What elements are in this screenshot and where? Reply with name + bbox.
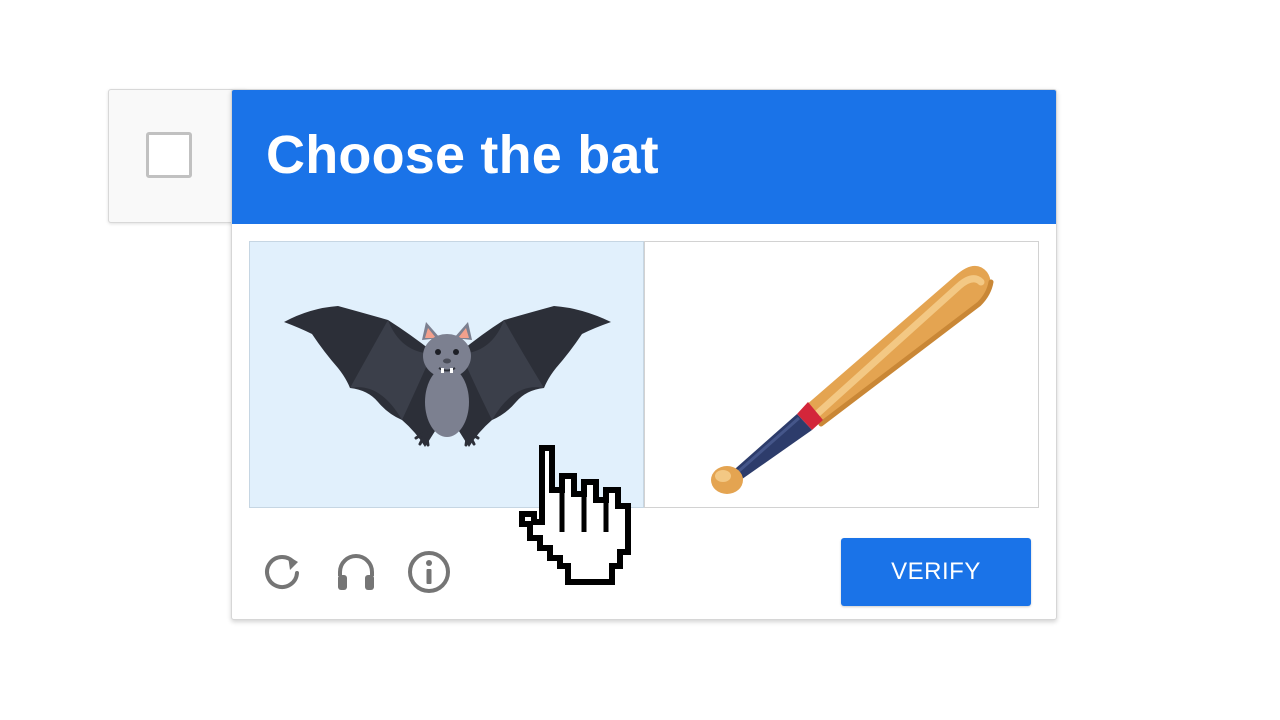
challenge-title: Choose the bat [266,125,659,185]
captcha-stage: Choose the bat VERIFY [0,0,1280,720]
image-tile-baseball-bat[interactable] [644,241,1039,508]
info-icon[interactable] [407,550,451,594]
challenge-header: Choose the bat [232,90,1056,224]
reload-icon[interactable] [260,550,304,594]
image-tile-bat-animal[interactable] [249,241,644,508]
verify-button[interactable]: VERIFY [841,538,1031,606]
baseball-bat-image [711,265,994,494]
headphones-icon[interactable] [334,550,378,594]
captcha-challenge-dialog: Choose the bat VERIFY [231,89,1057,620]
captcha-checkbox[interactable] [146,132,192,178]
checkbox-panel [108,89,248,223]
bat-animal-image [284,306,611,447]
